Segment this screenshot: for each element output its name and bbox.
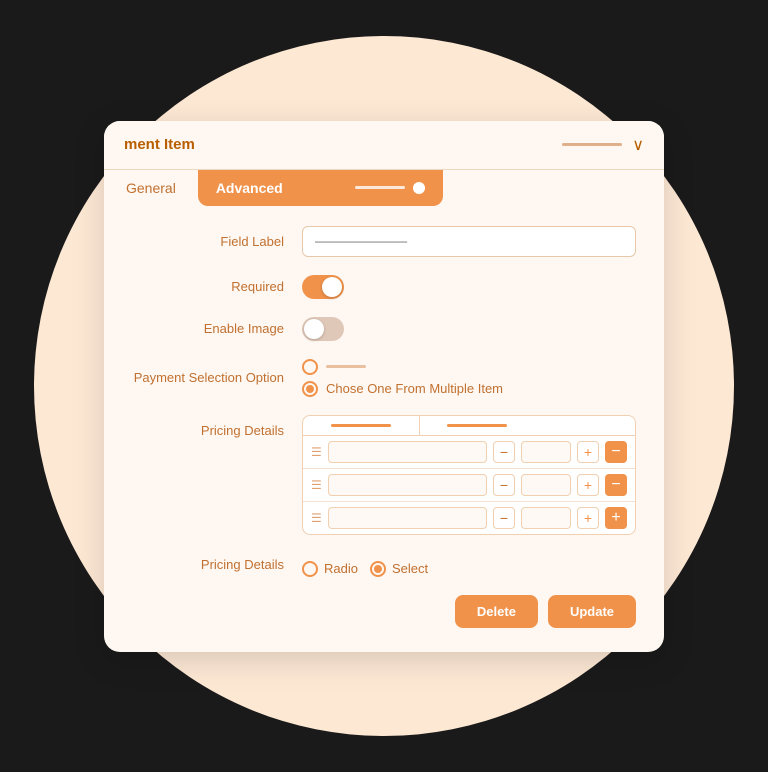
- header-line-2: [447, 424, 507, 427]
- enable-image-toggle-knob: [304, 319, 324, 339]
- field-label-row: Field Label: [132, 226, 636, 257]
- required-toggle[interactable]: [302, 275, 344, 299]
- payment-selection-row: Payment Selection Option Chose One From …: [132, 359, 636, 397]
- tab-advanced[interactable]: Advanced: [198, 170, 443, 206]
- radio-outer-2: [302, 381, 318, 397]
- field-label-text: Field Label: [132, 234, 302, 249]
- field-label-control: [302, 226, 636, 257]
- card-title: ment Item: [124, 136, 195, 153]
- pricing-details-bottom-label: Pricing Details: [132, 557, 302, 572]
- radio-outer-1: [302, 359, 318, 375]
- drag-icon-2[interactable]: ☰: [311, 478, 322, 492]
- drag-icon-3[interactable]: ☰: [311, 511, 322, 525]
- pricing-header-cell-2: [420, 416, 536, 435]
- payment-selection-label-text: Payment Selection Option: [132, 370, 302, 385]
- pricing-row-1: ☰ − + −: [303, 436, 635, 469]
- button-row: Delete Update: [132, 595, 636, 628]
- pricing-row-2: ☰ − + −: [303, 469, 635, 502]
- action-btn-1[interactable]: −: [605, 441, 627, 463]
- enable-image-control: [302, 317, 636, 341]
- minus-button-3[interactable]: −: [493, 507, 515, 529]
- radio-outer-select: [370, 561, 386, 577]
- row-input-1[interactable]: [328, 441, 487, 463]
- settings-card: ment Item ∨ General Advanced F: [104, 121, 664, 652]
- header-line-decoration: [562, 143, 622, 146]
- required-control: [302, 275, 636, 299]
- radio-inner-select: [374, 565, 382, 573]
- radio-line-1: [326, 365, 366, 368]
- num-input-3[interactable]: [521, 507, 571, 529]
- num-input-2[interactable]: [521, 474, 571, 496]
- required-row: Required: [132, 275, 636, 299]
- toggle-knob: [322, 277, 342, 297]
- radio-label: Radio: [324, 561, 358, 576]
- select-label: Select: [392, 561, 428, 576]
- minus-button-1[interactable]: −: [493, 441, 515, 463]
- pricing-details-label-text: Pricing Details: [132, 415, 302, 438]
- row-input-3[interactable]: [328, 507, 487, 529]
- num-input-1[interactable]: [521, 441, 571, 463]
- pricing-table: ☰ − + − ☰ − +: [302, 415, 636, 535]
- tabs-bar: General Advanced: [104, 170, 664, 206]
- header-right: ∨: [562, 135, 644, 155]
- delete-button[interactable]: Delete: [455, 595, 538, 628]
- payment-radio-options: Chose One From Multiple Item: [302, 359, 636, 397]
- radio-option-select[interactable]: Select: [370, 561, 428, 577]
- field-label-input[interactable]: [302, 226, 636, 257]
- chevron-down-icon[interactable]: ∨: [632, 135, 644, 155]
- payment-option-text: Chose One From Multiple Item: [326, 381, 503, 396]
- tab-indicator-line: [355, 186, 405, 189]
- background-circle: ment Item ∨ General Advanced F: [34, 36, 734, 736]
- payment-selection-control: Chose One From Multiple Item: [302, 359, 636, 397]
- header-line-1: [331, 424, 391, 427]
- update-button[interactable]: Update: [548, 595, 636, 628]
- radio-outer-radio: [302, 561, 318, 577]
- tab-indicator-dot: [413, 182, 425, 194]
- pricing-details-bottom-row: Pricing Details Radio Select: [132, 553, 636, 577]
- bottom-radio-row: Radio Select: [302, 561, 636, 577]
- enable-image-label-text: Enable Image: [132, 321, 302, 336]
- pricing-details-bottom-control: Radio Select: [302, 553, 636, 577]
- minus-button-2[interactable]: −: [493, 474, 515, 496]
- enable-image-row: Enable Image: [132, 317, 636, 341]
- required-label-text: Required: [132, 279, 302, 294]
- card-header: ment Item ∨: [104, 121, 664, 170]
- payment-option-2[interactable]: Chose One From Multiple Item: [302, 381, 636, 397]
- pricing-details-control: ☰ − + − ☰ − +: [302, 415, 636, 535]
- pricing-header-cell-1: [303, 416, 420, 435]
- card-body: Field Label Required Enable Image: [104, 206, 664, 652]
- row-input-2[interactable]: [328, 474, 487, 496]
- pricing-row-3: ☰ − + +: [303, 502, 635, 534]
- payment-option-1[interactable]: [302, 359, 636, 375]
- enable-image-toggle[interactable]: [302, 317, 344, 341]
- action-btn-2[interactable]: −: [605, 474, 627, 496]
- tab-general[interactable]: General: [104, 170, 198, 206]
- radio-option-radio[interactable]: Radio: [302, 561, 358, 577]
- radio-inner-2: [306, 385, 314, 393]
- plus-btn-1[interactable]: +: [577, 441, 599, 463]
- plus-btn-2[interactable]: +: [577, 474, 599, 496]
- action-btn-3[interactable]: +: [605, 507, 627, 529]
- pricing-table-header: [303, 416, 635, 436]
- pricing-details-row: Pricing Details: [132, 415, 636, 535]
- drag-icon-1[interactable]: ☰: [311, 445, 322, 459]
- plus-btn-3[interactable]: +: [577, 507, 599, 529]
